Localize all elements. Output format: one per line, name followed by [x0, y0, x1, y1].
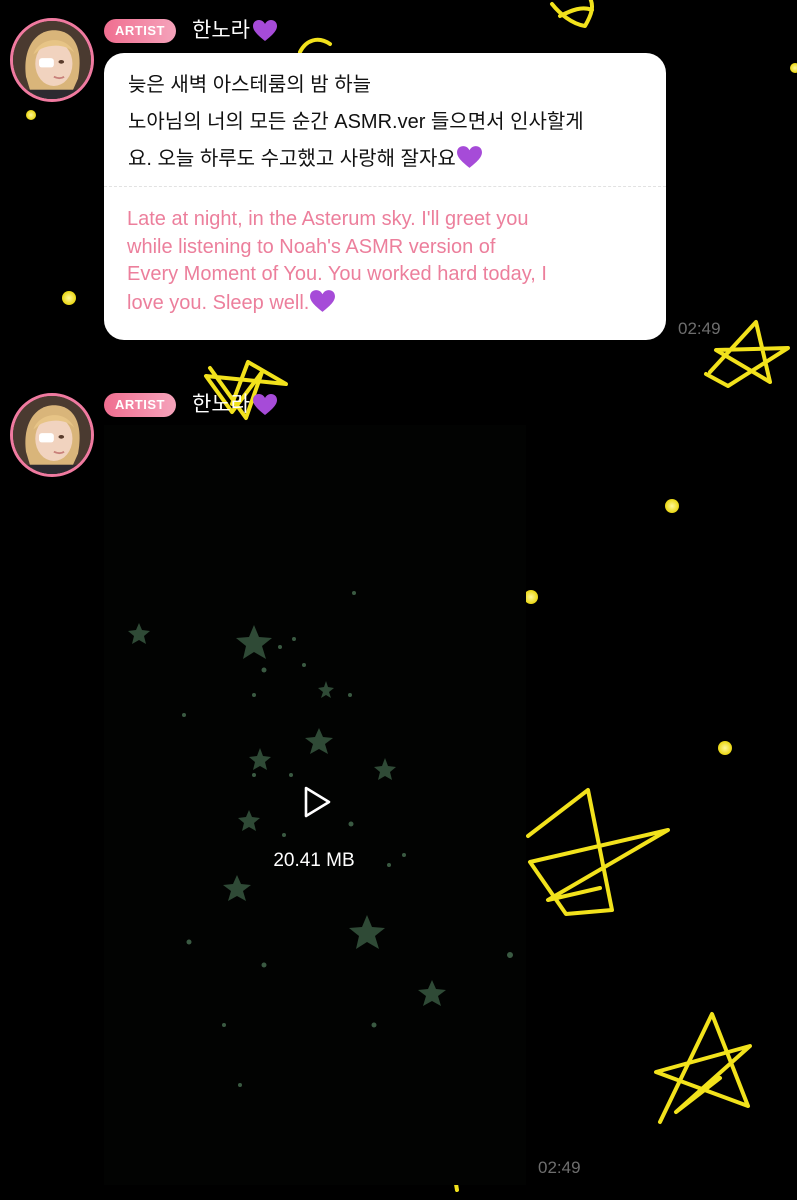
message-timestamp: 02:49 — [538, 1158, 581, 1177]
avatar[interactable] — [10, 18, 94, 102]
message-text-line: 요. 오늘 하루도 수고했고 사랑해 잘자요 — [128, 141, 648, 178]
video-file-size: 20.41 MB — [273, 850, 355, 871]
yellow-dot — [524, 590, 538, 604]
avatar-image — [13, 21, 91, 99]
purple-heart-icon — [252, 394, 277, 415]
yellow-dot — [26, 110, 36, 120]
sender-name-label: 한노라 — [192, 19, 250, 42]
translation-line: while listening to Noah's ASMR version o… — [127, 235, 496, 258]
yellow-dot — [665, 499, 679, 513]
purple-heart-icon — [252, 20, 277, 41]
sender-name-label: 한노라 — [192, 393, 250, 416]
translation-line: Every Moment of You. You worked hard tod… — [127, 263, 547, 285]
yellow-dot — [718, 741, 732, 755]
sender-name[interactable]: 한노라 — [192, 17, 278, 45]
translation-segment: love you. Sleep well. — [127, 291, 310, 314]
play-icon[interactable] — [301, 785, 333, 819]
message-timestamp: 02:49 — [678, 319, 721, 338]
artist-badge: ARTIST — [104, 19, 176, 43]
chat-screen: ARTIST 한노라 늦은 새벽 아스테룸의 밤 하늘 노아님의 너의 모든 순… — [0, 0, 797, 1200]
yellow-dot — [790, 63, 797, 73]
sender-name[interactable]: 한노라 — [192, 391, 278, 419]
translation-divider — [104, 186, 666, 187]
translation-line: Late at night, in the Asterum sky. I'll … — [127, 208, 529, 230]
translation-line: love you. Sleep well. — [127, 289, 652, 318]
star-doodle-icon — [298, 37, 332, 54]
avatar[interactable] — [10, 393, 94, 477]
avatar-image — [13, 396, 91, 474]
star-doodle-icon — [550, 0, 595, 28]
video-message[interactable]: 20.41 MB — [104, 425, 526, 1185]
message-text-line: 늦은 새벽 아스테룸의 밤 하늘 — [128, 74, 372, 96]
yellow-dot — [62, 291, 76, 305]
translation-text: Late at night, in the Asterum sky. I'll … — [127, 206, 652, 317]
star-doodle-icon — [526, 788, 670, 916]
purple-heart-icon — [456, 146, 482, 168]
message-text-line: 노아님의 너의 모든 순간 ASMR.ver 들으면서 인사할게 — [128, 111, 584, 133]
purple-heart-icon — [310, 289, 336, 312]
artist-badge: ARTIST — [104, 393, 176, 417]
message-text-segment: 요. 오늘 하루도 수고했고 사랑해 잘자요 — [128, 148, 456, 170]
message-text: 늦은 새벽 아스테룸의 밤 하늘 노아님의 너의 모든 순간 ASMR.ver … — [128, 67, 648, 178]
message-bubble[interactable]: 늦은 새벽 아스테룸의 밤 하늘 노아님의 너의 모든 순간 ASMR.ver … — [104, 53, 666, 340]
star-doodle-icon — [654, 1012, 752, 1124]
